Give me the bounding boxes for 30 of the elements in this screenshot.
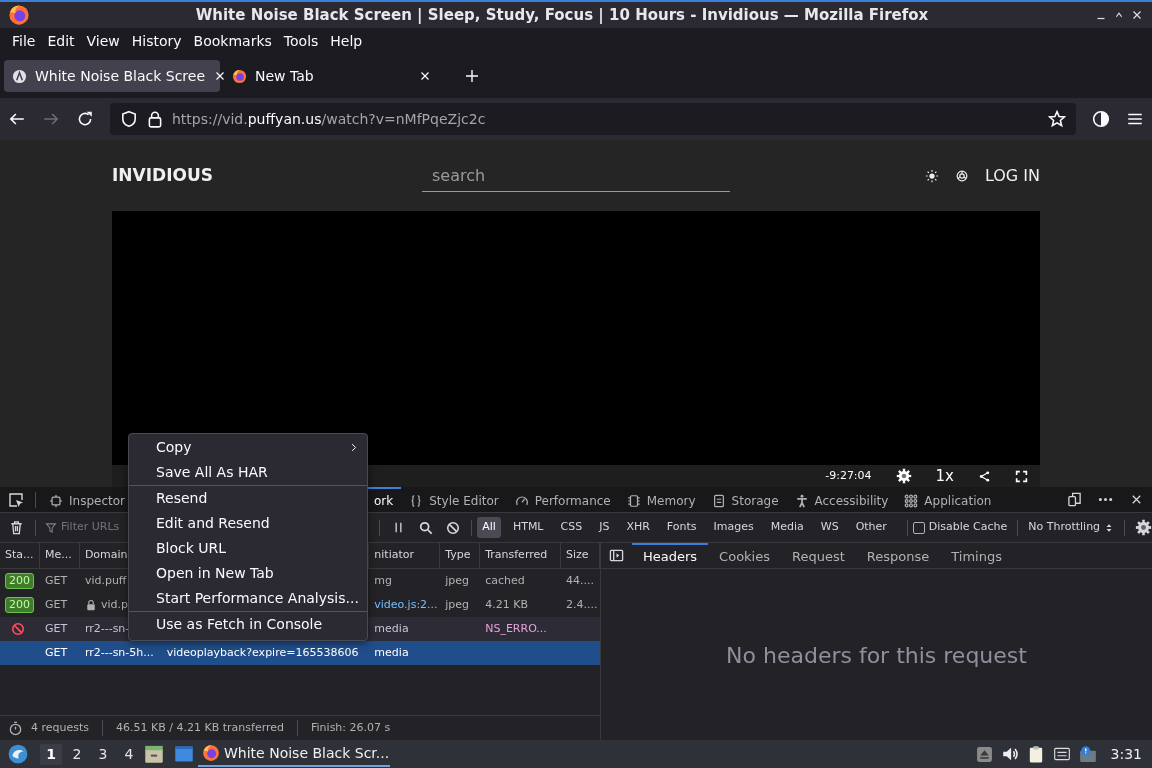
size-cell-text: 44.... xyxy=(566,572,595,589)
method-cell-text: GET xyxy=(44,620,68,637)
window-title: White Noise Black Screen | Sleep, Study, Focus | 10 Hours - Invidious — Mozilla Firefox xyxy=(194,4,930,26)
status-badge: 200 xyxy=(5,573,34,589)
type-cell-text: jpeg xyxy=(445,572,470,589)
initiator-cell-text: mg xyxy=(374,572,393,589)
summary-text: 4 requests xyxy=(31,719,90,736)
summary-text: 46.51 KB / 4.21 KB transferred xyxy=(116,719,285,736)
domain-cell-text: rr2---sn- xyxy=(84,620,130,637)
initiator-cell-text: media xyxy=(374,644,409,661)
method-cell-text: GET xyxy=(44,572,68,589)
transferred-cell-text: cached xyxy=(485,572,525,589)
transferred-cell-text: 4.21 KB xyxy=(485,596,528,613)
checkbox-label: Disable Cache xyxy=(928,519,1008,536)
transferred-cell-text: NS_ERRO... xyxy=(485,620,547,637)
summary-text: Finish: 26.07 s xyxy=(311,719,391,736)
method-cell-text: GET xyxy=(44,596,68,613)
type-cell-text: jpeg xyxy=(445,596,470,613)
status-badge: 200 xyxy=(5,597,34,613)
method-cell-text: GET xyxy=(44,644,68,661)
domain-cell-text: vid.p xyxy=(100,596,128,613)
time-remaining: -9:27:04 xyxy=(825,467,872,484)
url-text: https://vid.puffyan.us/watch?v=nMfPqeZjc2c xyxy=(172,109,487,129)
initiator-cell-text: media xyxy=(374,620,409,637)
file-cell-text: videoplayback?expire=165538606 xyxy=(166,644,359,661)
domain-cell-text: vid.puff xyxy=(84,572,127,589)
empty-message: No headers for this request xyxy=(725,642,1028,670)
clock: 3:31 xyxy=(1109,744,1143,764)
domain-cell-text: rr2---sn-5h... xyxy=(84,644,154,661)
size-cell-text: 2.4.... xyxy=(566,596,598,613)
